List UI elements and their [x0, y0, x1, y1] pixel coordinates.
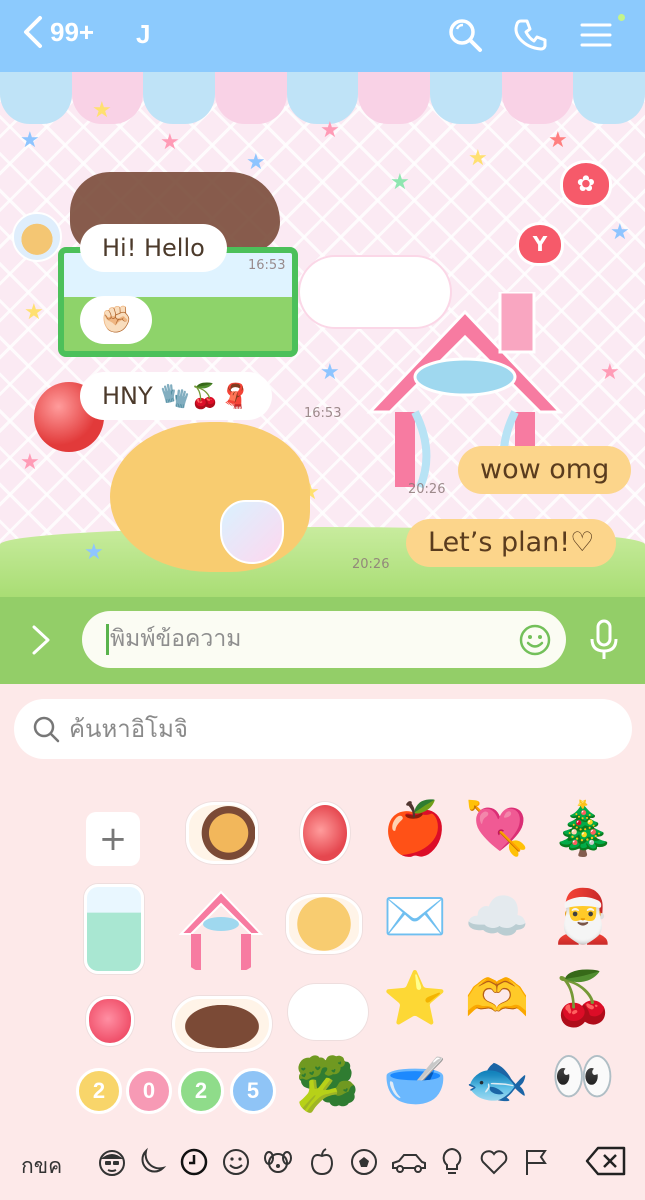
soccer-icon[interactable] — [348, 1146, 380, 1178]
memoji-icon[interactable] — [96, 1146, 128, 1178]
search-button[interactable] — [446, 16, 484, 54]
star-decoration: ★ — [468, 146, 488, 171]
star-decoration: ★ — [548, 128, 568, 153]
message-input-bar: พิมพ์ข้อความ — [0, 597, 645, 684]
star-decoration: ★ — [320, 360, 340, 385]
message-time: 16:53 — [248, 258, 286, 273]
star-decoration: ★ — [160, 130, 180, 155]
cherry-sticker[interactable] — [300, 802, 350, 864]
star-decoration: ★ — [20, 128, 40, 153]
dog-icon[interactable] — [262, 1146, 294, 1178]
keyboard-switch-button[interactable]: กขค — [21, 1150, 62, 1183]
my-message-bubble[interactable]: Let’s plan!♡ — [406, 519, 617, 567]
star-decoration: ★ — [390, 170, 410, 195]
heart-flower-decoration: ✿ — [560, 160, 612, 208]
unread-count: 99+ — [50, 16, 95, 47]
message-bubble[interactable]: Hi! Hello — [80, 224, 227, 272]
back-button[interactable]: 99+ — [20, 14, 94, 50]
star-decoration: ★ — [320, 118, 340, 143]
emoji-category-bar: กขค — [0, 1124, 645, 1200]
cloud-emoji[interactable]: ☁️ — [454, 876, 540, 956]
strawberry-sticker[interactable] — [86, 996, 134, 1046]
star-emoji[interactable]: ⭐ — [372, 958, 458, 1038]
2025-sticker[interactable]: 5 — [230, 1068, 276, 1114]
2025-sticker[interactable]: 0 — [126, 1068, 172, 1114]
message-input[interactable]: พิมพ์ข้อความ — [82, 611, 566, 668]
star-decoration: ★ — [24, 300, 44, 325]
eyes-emoji[interactable]: 👀 — [540, 1036, 626, 1116]
phone-icon — [514, 19, 547, 51]
message-time: 16:53 — [304, 406, 342, 421]
car-icon[interactable] — [390, 1146, 428, 1178]
star-decoration: ★ — [610, 220, 630, 245]
smiley-icon[interactable] — [220, 1146, 252, 1178]
puppy-sticker[interactable] — [286, 894, 362, 954]
my-message-bubble[interactable]: wow omg — [458, 446, 632, 494]
message-input-placeholder: พิมพ์ข้อความ — [110, 626, 242, 652]
message-bubble[interactable]: HNY 🧤🍒🧣 — [80, 372, 272, 420]
microphone-icon[interactable] — [589, 619, 619, 661]
notification-dot — [616, 12, 627, 23]
broccoli-emoji[interactable]: 🥦 — [284, 1044, 370, 1124]
emoji-toggle-icon[interactable] — [518, 623, 552, 657]
star-decoration: ★ — [20, 450, 40, 475]
emoji-search-placeholder: ค้นหาอิโมจิ — [69, 715, 188, 743]
backspace-icon[interactable] — [584, 1144, 628, 1178]
message-time: 20:26 — [408, 482, 446, 497]
chevron-right-icon[interactable] — [28, 623, 54, 657]
emoji-panel: ค้นหาอิโมจิ + 2 0 2 5 🍎 💘 🎄 ✉️ ☁️ 🎅 ⭐ 🫶 … — [0, 684, 645, 1200]
2025-sticker[interactable]: 2 — [76, 1068, 122, 1114]
ornament-decoration — [220, 500, 284, 564]
house-sticker[interactable] — [176, 884, 266, 974]
search-icon — [449, 19, 482, 52]
message-bubble[interactable]: ✊🏻 — [80, 296, 153, 344]
envelope-emoji[interactable]: ✉️ — [372, 876, 458, 956]
contact-avatar[interactable] — [12, 212, 62, 262]
drink-sticker[interactable] — [84, 884, 144, 974]
search-icon — [33, 716, 60, 743]
heart-y-decoration: Y — [516, 222, 564, 266]
emoji-search-input[interactable]: ค้นหาอิโมจิ — [14, 699, 632, 759]
fish-emoji[interactable]: 🐟 — [454, 1040, 540, 1120]
star-decoration: ★ — [600, 360, 620, 385]
cat-sticker[interactable] — [288, 984, 368, 1040]
dachshund-sticker[interactable] — [172, 996, 272, 1052]
apple-icon[interactable] — [306, 1146, 338, 1178]
puppy-decoration — [110, 422, 310, 572]
chat-header: 99+ J — [0, 0, 645, 72]
santa-emoji[interactable]: 🎅 — [540, 876, 626, 956]
message-time: 20:26 — [352, 557, 390, 572]
star-decoration: ★ — [92, 98, 112, 123]
2025-sticker[interactable]: 2 — [178, 1068, 224, 1114]
heart-hands-emoji[interactable]: 🫶 — [454, 958, 540, 1038]
recent-clock-icon[interactable] — [178, 1146, 210, 1178]
chat-area[interactable]: ★ ★ ★ ★ ★ ★ ★ ★ ★ ★ ★ ★ ★ ★ ★ ★ ✿ Y Hi! … — [0, 72, 645, 597]
menu-button[interactable] — [578, 16, 616, 54]
apple-emoji[interactable]: 🍎 — [372, 788, 458, 868]
chat-title: J — [136, 19, 151, 49]
star-decoration: ★ — [246, 150, 266, 175]
moon-icon[interactable] — [136, 1146, 168, 1178]
call-button[interactable] — [512, 16, 550, 54]
text-cursor — [106, 624, 109, 655]
lightbulb-icon[interactable] — [436, 1146, 468, 1178]
chevron-left-icon — [24, 16, 42, 48]
star-decoration: ★ — [84, 540, 104, 565]
bowl-emoji[interactable]: 🥣 — [372, 1040, 458, 1120]
cherries-emoji[interactable]: 🍒 — [540, 958, 626, 1038]
menu-icon — [580, 23, 612, 47]
add-emoji-button[interactable]: + — [86, 812, 140, 866]
heart-arrow-emoji[interactable]: 💘 — [454, 788, 540, 868]
flag-icon[interactable] — [520, 1146, 552, 1178]
dog-sticker[interactable] — [186, 802, 258, 864]
heart-icon[interactable] — [478, 1146, 510, 1178]
christmas-tree-emoji[interactable]: 🎄 — [540, 788, 626, 868]
